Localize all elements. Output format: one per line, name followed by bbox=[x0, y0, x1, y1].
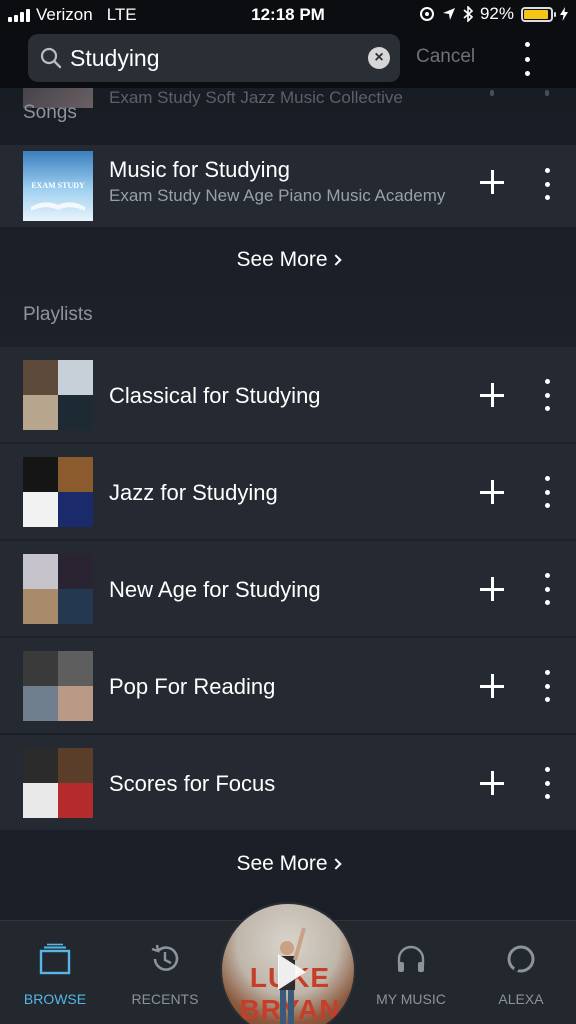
art-tile bbox=[23, 651, 58, 686]
art-tile bbox=[58, 748, 93, 783]
playlist-title: New Age for Studying bbox=[109, 577, 321, 602]
playlist-row[interactable]: Classical for Studying bbox=[0, 347, 576, 442]
more-options-icon[interactable] bbox=[538, 476, 556, 508]
playlist-row[interactable]: New Age for Studying bbox=[0, 541, 576, 636]
search-input[interactable] bbox=[70, 34, 350, 82]
art-tile bbox=[23, 686, 58, 721]
song-album-art: EXAM STUDY bbox=[23, 151, 93, 221]
battery-fill bbox=[524, 9, 548, 19]
art-tile bbox=[58, 492, 93, 527]
art-tile bbox=[23, 457, 58, 492]
tab-my-music[interactable]: MY MUSIC bbox=[356, 921, 466, 1024]
playlist-row[interactable]: Pop For Reading bbox=[0, 638, 576, 733]
add-icon[interactable] bbox=[480, 577, 506, 603]
bluetooth-icon bbox=[463, 6, 473, 22]
tab-label: ALEXA bbox=[498, 991, 544, 1007]
more-options-icon[interactable] bbox=[538, 168, 556, 200]
add-icon[interactable] bbox=[480, 674, 506, 700]
add-icon[interactable] bbox=[480, 383, 506, 409]
art-tile bbox=[23, 589, 58, 624]
play-icon[interactable] bbox=[278, 954, 306, 990]
search-icon bbox=[40, 47, 62, 69]
battery-icon bbox=[521, 6, 556, 22]
location-lock-icon bbox=[419, 7, 434, 21]
peek-song-row[interactable]: Exam Study Soft Jazz Music Collective bbox=[0, 88, 576, 110]
tab-label: BROWSE bbox=[23, 991, 87, 1007]
playlist-title: Classical for Studying bbox=[109, 383, 321, 408]
more-options-icon[interactable] bbox=[538, 573, 556, 605]
art-tile bbox=[58, 395, 93, 430]
alexa-icon bbox=[507, 945, 535, 973]
search-header: × Cancel bbox=[0, 30, 576, 88]
art-tile bbox=[58, 651, 93, 686]
clear-icon[interactable]: × bbox=[368, 47, 390, 69]
playlist-row[interactable]: Jazz for Studying bbox=[0, 444, 576, 539]
playlist-art bbox=[23, 360, 93, 430]
peek-add-icon bbox=[490, 90, 494, 96]
status-bar: Verizon LTE 12:18 PM 92% bbox=[0, 0, 576, 30]
art-tile bbox=[58, 686, 93, 721]
tab-recents[interactable]: RECENTS bbox=[110, 921, 220, 1024]
headphones-icon bbox=[397, 945, 425, 972]
chevron-right-icon bbox=[329, 254, 342, 266]
songs-see-more-button[interactable]: See More bbox=[0, 248, 576, 272]
peek-more-icon bbox=[545, 90, 549, 96]
playlist-art bbox=[23, 457, 93, 527]
tab-label: MY MUSIC bbox=[376, 991, 446, 1007]
art-tile bbox=[23, 360, 58, 395]
cancel-button[interactable]: Cancel bbox=[416, 46, 475, 68]
add-icon[interactable] bbox=[480, 480, 506, 506]
art-tile bbox=[58, 554, 93, 589]
playlist-title: Scores for Focus bbox=[109, 771, 276, 796]
playlist-art-mosaic bbox=[23, 360, 93, 430]
playlist-art bbox=[23, 651, 93, 721]
more-options-icon[interactable] bbox=[538, 379, 556, 411]
section-label-songs: Songs bbox=[23, 102, 77, 123]
tab-label: RECENTS bbox=[131, 991, 199, 1007]
playlist-art-mosaic bbox=[23, 457, 93, 527]
song-subtitle: Exam Study New Age Piano Music Academy bbox=[109, 186, 446, 205]
art-tile bbox=[23, 395, 58, 430]
playlist-title: Jazz for Studying bbox=[109, 480, 278, 505]
playlist-art-mosaic bbox=[23, 748, 93, 818]
browse-icon bbox=[39, 943, 71, 975]
art-tile bbox=[23, 748, 58, 783]
chevron-right-icon bbox=[329, 858, 342, 870]
art-tile bbox=[58, 783, 93, 818]
more-options-icon[interactable] bbox=[538, 670, 556, 702]
song-row[interactable]: EXAM STUDY Music for Studying Exam Study… bbox=[0, 145, 576, 227]
peek-song-subtitle: Exam Study Soft Jazz Music Collective bbox=[109, 88, 403, 107]
art-tile bbox=[23, 492, 58, 527]
more-options-icon[interactable] bbox=[538, 767, 556, 799]
art-tile bbox=[58, 457, 93, 492]
overflow-menu-icon[interactable] bbox=[518, 42, 536, 76]
playlist-row[interactable]: Scores for Focus bbox=[0, 735, 576, 830]
art-tile bbox=[23, 554, 58, 589]
search-box[interactable]: × bbox=[28, 34, 400, 82]
status-right: 92% bbox=[419, 4, 568, 24]
section-label-playlists: Playlists bbox=[23, 304, 93, 325]
art-tile bbox=[58, 360, 93, 395]
playlists-see-more-button[interactable]: See More bbox=[0, 852, 576, 876]
location-arrow-icon bbox=[442, 8, 455, 20]
tab-browse[interactable]: BROWSE bbox=[0, 921, 110, 1024]
art-tile bbox=[58, 589, 93, 624]
book-icon bbox=[31, 202, 85, 211]
charging-icon bbox=[560, 7, 568, 21]
playlist-title: Pop For Reading bbox=[109, 674, 276, 699]
playlist-art-mosaic bbox=[23, 651, 93, 721]
playlist-art bbox=[23, 554, 93, 624]
tab-alexa[interactable]: ALEXA bbox=[466, 921, 576, 1024]
add-icon[interactable] bbox=[480, 771, 506, 797]
battery-percent: 92% bbox=[479, 4, 514, 23]
search-results[interactable]: Exam Study Soft Jazz Music Collective So… bbox=[0, 88, 576, 920]
recents-icon bbox=[151, 944, 179, 971]
see-more-label: See More bbox=[236, 248, 328, 271]
art-tile bbox=[23, 783, 58, 818]
playlist-art bbox=[23, 748, 93, 818]
see-more-label: See More bbox=[236, 852, 328, 875]
playlist-art-mosaic bbox=[23, 554, 93, 624]
song-title: Music for Studying bbox=[109, 157, 290, 182]
add-icon[interactable] bbox=[480, 170, 506, 196]
